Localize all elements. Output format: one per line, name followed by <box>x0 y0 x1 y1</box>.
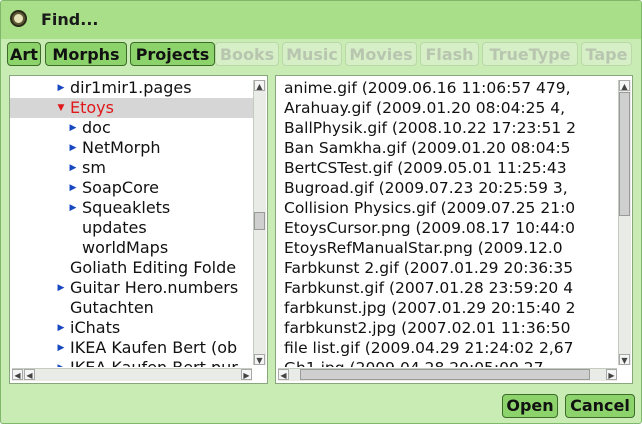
file-list-hscrollbar[interactable]: ◀ ▶ <box>278 368 617 381</box>
tree-item-label: updates <box>82 218 147 237</box>
tree-item[interactable]: updates <box>10 218 253 238</box>
scroll-left-icon[interactable]: ◀ <box>278 369 289 380</box>
file-list-item[interactable]: EtoysCursor.png (2009.08.17 10:44:0 <box>276 218 618 238</box>
tree-item-label: iChats <box>70 318 121 337</box>
tree-item-label: NetMorph <box>82 138 161 157</box>
file-list-item[interactable]: Gh1.jpg (2009.04.28 20:05:00 27, <box>276 358 618 367</box>
tab-projects[interactable]: Projects <box>130 42 215 66</box>
tree-item[interactable]: ▶ NetMorph <box>10 138 253 158</box>
tree-item[interactable]: worldMaps <box>10 238 253 258</box>
tree-item-label: Squeaklets <box>82 198 171 217</box>
tab-morphs[interactable]: Morphs <box>45 42 127 66</box>
collapsed-arrow-icon[interactable]: ▶ <box>68 158 78 178</box>
collapsed-arrow-icon[interactable]: ▶ <box>56 318 66 338</box>
scroll-right-icon[interactable]: ▶ <box>606 369 617 380</box>
tree-item[interactable]: ▶ dir1mir1.pages <box>10 78 253 98</box>
scroll-down-icon[interactable]: ▼ <box>254 354 265 365</box>
collapsed-arrow-icon[interactable]: ▶ <box>56 358 66 367</box>
file-list-item[interactable]: Arahuay.gif (2009.01.20 08:04:25 4, <box>276 98 618 118</box>
tree-item[interactable]: ▶ IKEA Kaufen Bert (ob <box>10 338 253 358</box>
file-list-item[interactable]: farbkunst2.jpg (2007.02.01 11:36:50 <box>276 318 618 338</box>
tree-item-label: dir1mir1.pages <box>70 78 192 97</box>
tab-truetype[interactable]: TrueType <box>482 42 578 66</box>
scroll-thumb[interactable] <box>619 92 630 216</box>
collapsed-arrow-icon[interactable]: ▶ <box>56 338 66 358</box>
window-title: Find... <box>41 10 99 29</box>
file-list-item[interactable]: Farbkunst 2.gif (2007.01.29 20:36:35 <box>276 258 618 278</box>
collapsed-arrow-icon[interactable]: ▶ <box>68 198 78 218</box>
collapsed-arrow-icon[interactable]: ▶ <box>56 78 66 98</box>
tree-item-label: sm <box>82 158 106 177</box>
folder-tree[interactable]: ▶ dir1mir1.pages ▼ Etoys ▶ doc ▶ NetMorph ▶ sm ▶ So… <box>10 78 253 367</box>
tab-flash[interactable]: Flash <box>420 42 479 66</box>
file-list-item[interactable]: file list.gif (2009.04.29 21:24:02 2,67 <box>276 338 618 358</box>
tree-item-label: IKEA Kaufen Bert (ob <box>70 338 238 357</box>
folder-tree-hscrollbar[interactable]: ◀ ◀ ▶ <box>12 368 252 381</box>
scroll-up-icon[interactable]: ▲ <box>254 80 265 91</box>
find-dialog: Find... Art Morphs Projects Books Music Movie… <box>0 0 642 424</box>
tab-tape[interactable]: Tape <box>581 42 632 66</box>
title-bar[interactable]: Find... <box>1 1 641 39</box>
file-list-item[interactable]: BallPhysik.gif (2008.10.22 17:23:51 2 <box>276 118 618 138</box>
tab-books[interactable]: Books <box>215 42 279 66</box>
tree-item-label: SoapCore <box>82 178 159 197</box>
tree-item[interactable]: ▶ Squeaklets <box>10 198 253 218</box>
scroll-up-icon[interactable]: ▲ <box>619 80 630 91</box>
tree-item[interactable]: Goliath Editing Folde <box>10 258 253 278</box>
folder-tree-pane[interactable]: ▶ dir1mir1.pages ▼ Etoys ▶ doc ▶ NetMorph ▶ sm ▶ So… <box>9 75 268 384</box>
scroll-thumb[interactable] <box>254 212 265 230</box>
cancel-button[interactable]: Cancel <box>565 394 635 418</box>
collapsed-arrow-icon[interactable]: ▶ <box>68 118 78 138</box>
scroll-left-icon[interactable]: ◀ <box>24 369 35 380</box>
scroll-thumb[interactable] <box>300 369 590 380</box>
file-list-item[interactable]: Farbkunst.gif (2007.01.28 23:59:20 4 <box>276 278 618 298</box>
tree-item[interactable]: ▶ sm <box>10 158 253 178</box>
collapsed-arrow-icon[interactable]: ▶ <box>68 178 78 198</box>
file-list-pane[interactable]: anime.gif (2009.06.16 11:06:57 479, Arahu… <box>275 75 633 384</box>
tree-item-label: IKEA Kaufen Bert.pur <box>70 358 238 367</box>
close-icon[interactable] <box>10 10 27 27</box>
file-list-item[interactable]: Collision Physics.gif (2009.07.25 21:0 <box>276 198 618 218</box>
tree-item[interactable]: ▶ iChats <box>10 318 253 338</box>
tab-movies[interactable]: Movies <box>345 42 417 66</box>
expanded-arrow-icon[interactable]: ▼ <box>56 98 66 118</box>
scroll-right-icon[interactable]: ▶ <box>241 369 252 380</box>
tab-art[interactable]: Art <box>7 42 41 66</box>
tree-item[interactable]: Gutachten <box>10 298 253 318</box>
tree-item-label: Goliath Editing Folde <box>70 258 237 277</box>
file-list-item[interactable]: farbkunst.jpg (2007.01.29 20:15:40 2 <box>276 298 618 318</box>
tree-item[interactable]: ▶ SoapCore <box>10 178 253 198</box>
file-list-item[interactable]: Bugroad.gif (2009.07.23 20:25:59 3, <box>276 178 618 198</box>
tree-item-label: Etoys <box>70 98 114 117</box>
scroll-left-icon[interactable]: ◀ <box>12 369 23 380</box>
scroll-down-icon[interactable]: ▼ <box>619 354 630 365</box>
tree-item-label: Guitar Hero.numbers <box>70 278 239 297</box>
file-list-vscrollbar[interactable]: ▲ ▼ <box>618 80 631 365</box>
file-list-item[interactable]: Ban Samkha.gif (2009.01.20 08:04:5 <box>276 138 618 158</box>
tree-item-label: Gutachten <box>70 298 154 317</box>
collapsed-arrow-icon[interactable]: ▶ <box>56 278 66 298</box>
tree-item-label: worldMaps <box>82 238 169 257</box>
file-list[interactable]: anime.gif (2009.06.16 11:06:57 479, Arahu… <box>276 78 618 367</box>
tab-music[interactable]: Music <box>282 42 342 66</box>
collapsed-arrow-icon[interactable]: ▶ <box>68 138 78 158</box>
tree-item[interactable]: ▶ Guitar Hero.numbers <box>10 278 253 298</box>
open-button[interactable]: Open <box>502 394 558 418</box>
tree-item[interactable]: ▶ doc <box>10 118 253 138</box>
tree-item-label: doc <box>82 118 111 137</box>
tree-item[interactable]: ▶ IKEA Kaufen Bert.pur <box>10 358 253 367</box>
file-list-item[interactable]: EtoysRefManualStar.png (2009.12.0 <box>276 238 618 258</box>
file-list-item[interactable]: anime.gif (2009.06.16 11:06:57 479, <box>276 78 618 98</box>
file-list-item[interactable]: BertCSTest.gif (2009.05.01 11:25:43 <box>276 158 618 178</box>
folder-tree-vscrollbar[interactable]: ▲ ▼ <box>253 80 266 365</box>
tree-item[interactable]: ▼ Etoys <box>10 98 253 118</box>
